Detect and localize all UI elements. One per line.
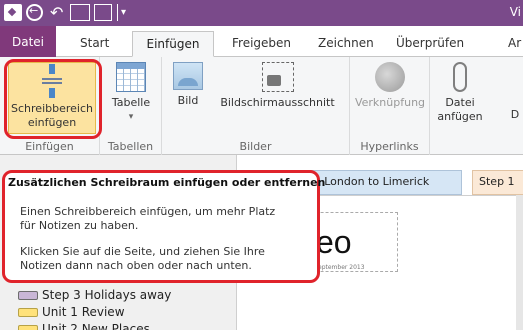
page-date: eptember 2013 [318, 264, 365, 271]
attach-file-label-2: anfügen [437, 110, 483, 123]
table-icon [116, 62, 146, 92]
tooltip-text-1b: für Notizen zu haben. [20, 219, 139, 232]
table-label: Tabelle [111, 96, 151, 109]
onenote-logo-icon [4, 4, 22, 21]
link-icon [375, 62, 405, 92]
tab-ueberpruefen[interactable]: Überprüfen [396, 31, 464, 57]
section-item[interactable]: Unit 2 New Places [18, 322, 150, 330]
table-dropdown-icon: ▾ [128, 112, 134, 122]
dock-icon[interactable] [70, 4, 90, 21]
full-page-view-icon[interactable] [94, 4, 112, 21]
tab-freigeben[interactable]: Freigeben [232, 31, 291, 57]
screen-clipping-icon [261, 62, 294, 92]
section-label: Step 3 Holidays away [42, 288, 172, 302]
tooltip-text-2a: Klicken Sie auf die Seite, und ziehen Si… [20, 245, 265, 258]
group-label-tabellen: Tabellen [107, 140, 154, 153]
ribbon-tab-bar: Datei Start Einfügen Freigeben Zeichnen … [0, 26, 523, 57]
attach-file-label-1: Datei [445, 96, 475, 109]
window-title: Vi [509, 5, 521, 19]
section-label: Unit 2 New Places [42, 322, 150, 330]
page-title[interactable]: eo [316, 224, 352, 261]
vertical-scrollbar[interactable] [516, 195, 523, 330]
tab-start[interactable]: Start [80, 31, 109, 57]
title-bar: ↶ ▾ Vi [0, 0, 523, 26]
tab-einfuegen[interactable]: Einfügen [132, 31, 214, 57]
undo-icon[interactable]: ↶ [50, 4, 68, 21]
highlight-annotation [4, 59, 102, 139]
screen-clipping-label: Bildschirmausschnitt [220, 96, 335, 109]
tab-zeichnen[interactable]: Zeichnen [318, 31, 374, 57]
section-label: Unit 1 Review [42, 305, 125, 319]
table-button[interactable]: Tabelle ▾ [106, 62, 156, 124]
link-label: Verknüpfung [354, 96, 426, 109]
page-tab[interactable]: Step 1 [472, 170, 523, 195]
section-tab-icon [18, 308, 38, 317]
picture-button[interactable]: Bild [168, 62, 208, 108]
link-button[interactable]: Verknüpfung [352, 62, 428, 110]
group-label-einfuegen: Einfügen [25, 140, 74, 153]
paperclip-icon [453, 62, 467, 92]
group-label-bilder: Bilder [239, 140, 272, 153]
section-tab-icon [18, 325, 38, 330]
more-button[interactable]: D [508, 108, 522, 122]
attach-file-button[interactable]: Datei anfügen [436, 62, 484, 124]
picture-icon [173, 62, 203, 90]
group-label-hyperlinks: Hyperlinks [360, 140, 419, 153]
section-tab-icon [18, 291, 38, 300]
section-item[interactable]: Step 3 Holidays away [18, 288, 171, 303]
tooltip-text-1a: Einen Schreibbereich einfügen, um mehr P… [20, 205, 276, 218]
tab-datei[interactable]: Datei [0, 26, 56, 57]
qat-separator [117, 4, 118, 21]
tab-ansicht[interactable]: Ar [508, 31, 521, 57]
tooltip-text-2b: Notizen dann nach oben oder nach unten. [20, 259, 252, 272]
tooltip: Zusätzlichen Schreibraum einfügen oder e… [2, 170, 325, 283]
screen-clipping-button[interactable]: Bildschirmausschnitt [210, 62, 345, 110]
picture-label: Bild [177, 94, 199, 107]
back-icon[interactable] [26, 4, 43, 21]
section-item[interactable]: Unit 1 Review [18, 305, 125, 320]
customize-qat-icon[interactable]: ▾ [121, 4, 139, 21]
tooltip-title: Zusätzlichen Schreibraum einfügen oder e… [8, 176, 326, 189]
